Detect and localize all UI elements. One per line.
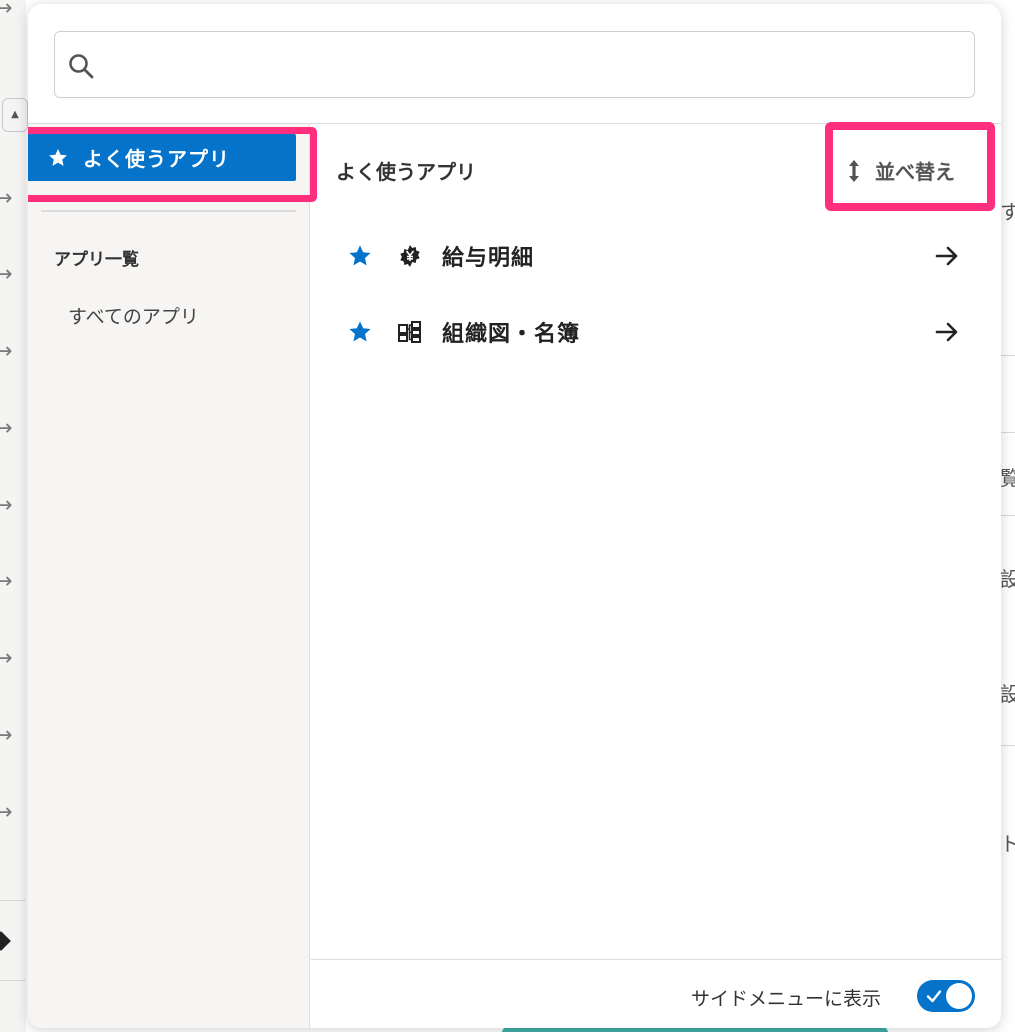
- sidebar-item-all-apps[interactable]: すべてのアプリ: [68, 302, 199, 329]
- search-input[interactable]: [107, 42, 957, 88]
- background-divider: [0, 900, 26, 901]
- sidebar-section-heading: アプリ一覧: [54, 250, 139, 270]
- page-title: よく使うアプリ: [336, 160, 476, 184]
- background-arrow-icon: →: [0, 646, 13, 671]
- highlight-frame: よく使うアプリ: [28, 127, 317, 202]
- star-icon: [49, 148, 67, 166]
- background-text-fragment: す: [1000, 200, 1015, 224]
- sort-button[interactable]: 並べ替え: [847, 156, 955, 185]
- background-arrow-icon: →: [0, 0, 13, 21]
- background-text-fragment: 覧: [1000, 466, 1015, 490]
- star-icon[interactable]: [347, 243, 373, 269]
- sidebar-divider: [41, 210, 296, 212]
- toggle-label: サイドメニューに表示: [691, 988, 882, 1010]
- arrow-right-icon[interactable]: [933, 242, 961, 270]
- sidebar-item-favorites[interactable]: よく使うアプリ: [28, 134, 296, 181]
- background-divider: [1000, 355, 1015, 356]
- sort-label: 並べ替え: [875, 160, 955, 184]
- background-arrow-icon: →: [0, 723, 13, 748]
- background-arrow-icon: →: [0, 800, 13, 825]
- background-arrow-icon: →: [0, 262, 13, 287]
- yen-gear-icon: [400, 245, 420, 267]
- highlight-frame: 並べ替え: [825, 122, 995, 211]
- background-divider: [1000, 745, 1015, 746]
- org-chart-icon: [398, 321, 421, 343]
- app-row-payslip[interactable]: 給与明細: [311, 221, 1001, 291]
- app-switcher-modal: よく使うアプリ アプリ一覧 すべてのアプリ よく使うアプリ 並べ替え 給与明細 …: [28, 4, 1001, 1028]
- app-name: 給与明細: [442, 246, 535, 271]
- background-text-fragment: ト: [1000, 832, 1015, 856]
- background-collapse-button: ▲: [2, 98, 28, 132]
- toggle-knob: [946, 983, 972, 1009]
- background-arrow-icon: →: [0, 416, 13, 441]
- background-text-fragment: 設: [1000, 567, 1015, 591]
- background-arrow-icon: →: [0, 186, 13, 211]
- footer-divider: [311, 959, 1001, 960]
- background-arrow-icon: →: [0, 569, 13, 594]
- background-arrow-icon: →: [0, 339, 13, 364]
- sidebar-visibility-toggle[interactable]: [917, 980, 975, 1012]
- background-arrow-icon: →: [0, 493, 13, 518]
- sidebar: よく使うアプリ アプリ一覧 すべてのアプリ: [28, 124, 317, 1028]
- arrow-right-icon[interactable]: [933, 318, 961, 346]
- background-divider: [1000, 515, 1015, 516]
- sort-arrows-icon: [849, 159, 859, 182]
- background-text-fragment: 設: [1000, 682, 1015, 706]
- background-divider: [1000, 432, 1015, 433]
- star-icon[interactable]: [347, 319, 373, 345]
- search-box[interactable]: [54, 31, 975, 98]
- search-icon: [69, 54, 94, 79]
- sidebar-item-label: よく使うアプリ: [83, 147, 230, 171]
- check-icon: [926, 990, 942, 1003]
- app-row-org-chart[interactable]: 組織図・名簿: [311, 297, 1001, 367]
- app-name: 組織図・名簿: [442, 322, 581, 347]
- main-panel: よく使うアプリ 並べ替え 給与明細 組織図・名簿 サイドメニューに表示: [311, 122, 1001, 1028]
- background-divider: [0, 980, 26, 981]
